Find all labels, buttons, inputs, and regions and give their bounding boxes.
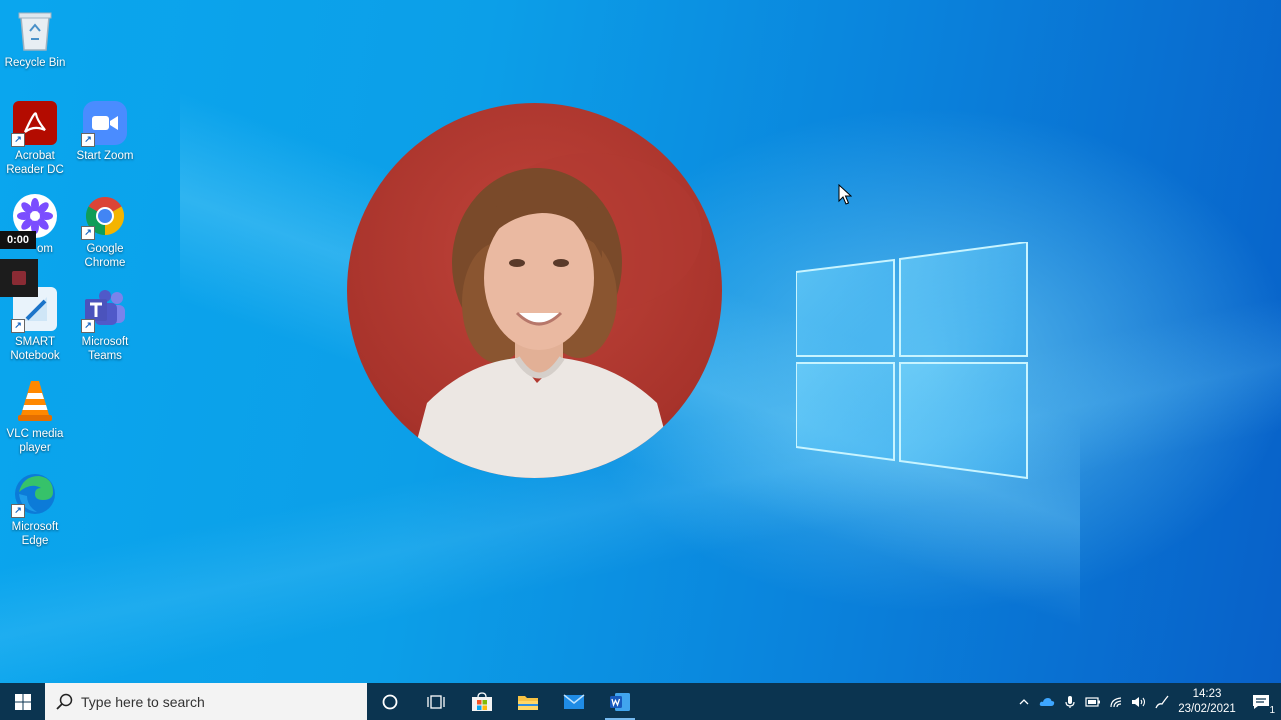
battery-icon [1084,696,1100,707]
shortcut-arrow-icon: ↗ [81,226,95,240]
system-tray: 14:23 23/02/2021 1 [1012,683,1281,720]
microsoft-teams-desktop-icon[interactable]: ↗ Microsoft Teams [70,287,140,363]
start-button[interactable] [0,683,45,720]
recycle-bin-desktop-icon[interactable]: Recycle Bin [0,8,70,70]
search-placeholder: Type here to search [81,693,205,710]
microphone-tray-button[interactable] [1058,683,1081,720]
word-icon [610,692,630,711]
vlc-media-player-desktop-icon[interactable]: VLC media player [0,379,70,455]
zoom-icon: ↗ [81,101,127,147]
microsoft-edge-desktop-icon[interactable]: ↗ Microsoft Edge [0,472,70,548]
clock-time: 14:23 [1192,687,1222,700]
shortcut-arrow-icon: ↗ [81,319,95,333]
notification-icon [1253,694,1269,709]
taskbar-search-box[interactable]: Type here to search [45,683,367,720]
wifi-icon [1109,696,1121,707]
windows-wallpaper-logo [796,242,1028,479]
microsoft-store-taskbar-button[interactable] [459,683,505,720]
teams-icon: ↗ [81,287,127,333]
recording-timer: 0:00 [0,231,36,249]
folder-icon [518,695,538,710]
mail-envelope-icon [563,693,585,709]
webcam-overlay[interactable] [347,103,722,478]
acrobat-icon: ↗ [11,101,57,147]
google-chrome-desktop-icon[interactable]: ↗ Google Chrome [70,194,140,270]
stop-icon [12,271,26,285]
onedrive-cloud-icon [1039,697,1054,706]
battery-tray-button[interactable] [1081,683,1104,720]
edge-icon: ↗ [11,472,57,518]
onedrive-tray-button[interactable] [1035,683,1058,720]
mouse-cursor-icon [838,184,852,205]
windows-start-icon [14,693,31,710]
presenter-video-icon [407,153,702,478]
action-center-button[interactable]: 1 [1241,683,1281,720]
microphone-icon [1064,695,1075,708]
start-zoom-desktop-icon[interactable]: ↗ Start Zoom [70,101,140,163]
shortcut-arrow-icon: ↗ [11,133,25,147]
task-view-icon [427,694,445,709]
speaker-icon [1131,696,1145,707]
clock-date: 23/02/2021 [1178,702,1236,715]
show-hidden-icons-button[interactable] [1012,683,1035,720]
recycle-bin-icon [13,8,57,52]
network-tray-button[interactable] [1104,683,1127,720]
notification-count-badge: 1 [1269,705,1275,716]
pen-workspace-tray-button[interactable] [1150,683,1173,720]
word-taskbar-button[interactable] [597,683,643,720]
task-view-button[interactable] [413,683,459,720]
acrobat-reader-desktop-icon[interactable]: ↗ Acrobat Reader DC [0,101,70,177]
search-icon [56,693,73,710]
stop-recording-button[interactable] [0,259,38,297]
file-explorer-taskbar-button[interactable] [505,683,551,720]
chevron-up-icon [1019,698,1028,704]
vlc-cone-icon [13,379,57,423]
taskbar-clock[interactable]: 14:23 23/02/2021 [1173,687,1241,717]
smart-notebook-desktop-icon[interactable]: ↗ SMART Notebook [0,287,70,363]
store-bag-icon [472,691,492,711]
shortcut-arrow-icon: ↗ [11,504,25,518]
chrome-icon: ↗ [81,194,127,240]
pen-icon [1154,695,1169,708]
shortcut-arrow-icon: ↗ [81,133,95,147]
cortana-circle-icon [382,694,398,709]
taskbar: Type here to search 14:23 23/02/2021 1 [0,683,1281,720]
shortcut-arrow-icon: ↗ [11,319,25,333]
cortana-button[interactable] [367,683,413,720]
mail-taskbar-button[interactable] [551,683,597,720]
volume-tray-button[interactable] [1127,683,1150,720]
